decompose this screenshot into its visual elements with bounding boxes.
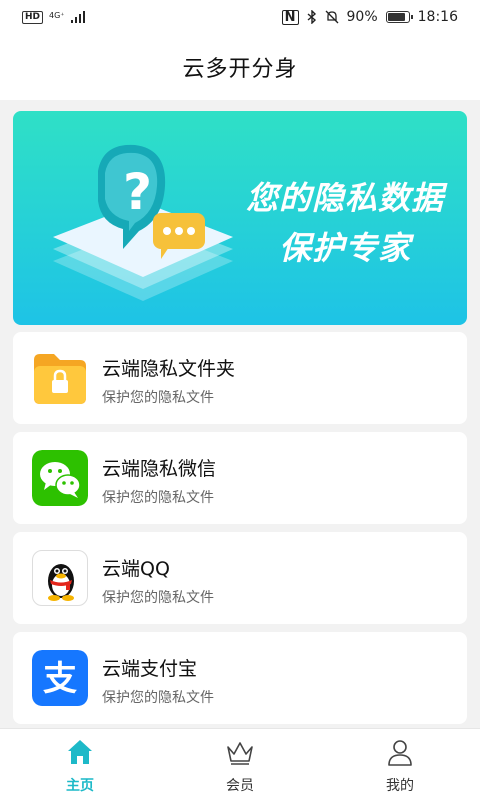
status-bar: HD 4G⁺ N 90% 18:16 — [0, 0, 480, 34]
home-icon — [68, 740, 92, 764]
list-item-cloud-alipay[interactable]: 支 云端支付宝 保护您的隐私文件 — [13, 632, 467, 724]
page-title: 云多开分身 — [182, 57, 298, 82]
tab-label: 会员 — [226, 778, 254, 794]
banner-slogan: 您的隐私数据 保护专家 — [235, 173, 455, 273]
tab-home[interactable]: 主页 — [0, 729, 160, 800]
app-subtitle: 保护您的隐私文件 — [102, 590, 214, 606]
app-subtitle: 保护您的隐私文件 — [102, 490, 214, 506]
banner-line-1: 您的隐私数据 — [245, 179, 444, 217]
svg-text:?: ? — [123, 163, 152, 221]
clock: 18:16 — [417, 9, 458, 25]
signal-icon — [70, 11, 85, 23]
crown-icon — [227, 742, 253, 765]
tab-mine[interactable]: 我的 — [320, 729, 480, 800]
app-title: 云端隐私微信 — [102, 458, 217, 480]
banner-line-2: 保护专家 — [278, 229, 411, 267]
wechat-icon — [32, 450, 88, 506]
app-title: 云端QQ — [102, 558, 170, 580]
qq-penguin-icon — [32, 550, 88, 606]
app-subtitle: 保护您的隐私文件 — [102, 690, 214, 706]
svg-text:支: 支 — [43, 659, 77, 699]
app-title: 云端支付宝 — [102, 658, 198, 680]
alipay-icon: 支 — [32, 650, 88, 706]
promo-banner[interactable]: ? 您的隐私数据 保护专家 — [13, 111, 467, 325]
status-right: N 90% 18:16 — [281, 9, 458, 25]
battery-icon — [385, 11, 413, 23]
battery-percent: 90% — [346, 9, 378, 25]
app-subtitle: 保护您的隐私文件 — [102, 390, 214, 406]
tab-label: 我的 — [386, 778, 414, 794]
network-type: 4G⁺ — [49, 10, 65, 20]
bottom-tab-bar: 主页 会员 我的 — [0, 728, 480, 800]
title-bar: 云多开分身 — [0, 34, 480, 100]
status-left: HD 4G⁺ — [22, 10, 85, 24]
tab-label: 主页 — [66, 778, 94, 794]
folder-lock-icon — [32, 350, 88, 406]
nfc-icon: N — [281, 9, 299, 25]
tab-vip[interactable]: 会员 — [160, 729, 320, 800]
list-item-cloud-qq[interactable]: 云端QQ 保护您的隐私文件 — [13, 532, 467, 624]
user-icon — [388, 740, 412, 766]
privacy-illustration-icon: ? — [53, 144, 233, 301]
list-item-private-folder[interactable]: 云端隐私文件夹 保护您的隐私文件 — [13, 332, 467, 424]
bluetooth-icon — [307, 10, 316, 24]
mute-bell-icon — [325, 10, 338, 24]
list-item-private-wechat[interactable]: 云端隐私微信 保护您的隐私文件 — [13, 432, 467, 524]
app-title: 云端隐私文件夹 — [102, 358, 236, 380]
hd-badge: HD — [22, 10, 44, 24]
